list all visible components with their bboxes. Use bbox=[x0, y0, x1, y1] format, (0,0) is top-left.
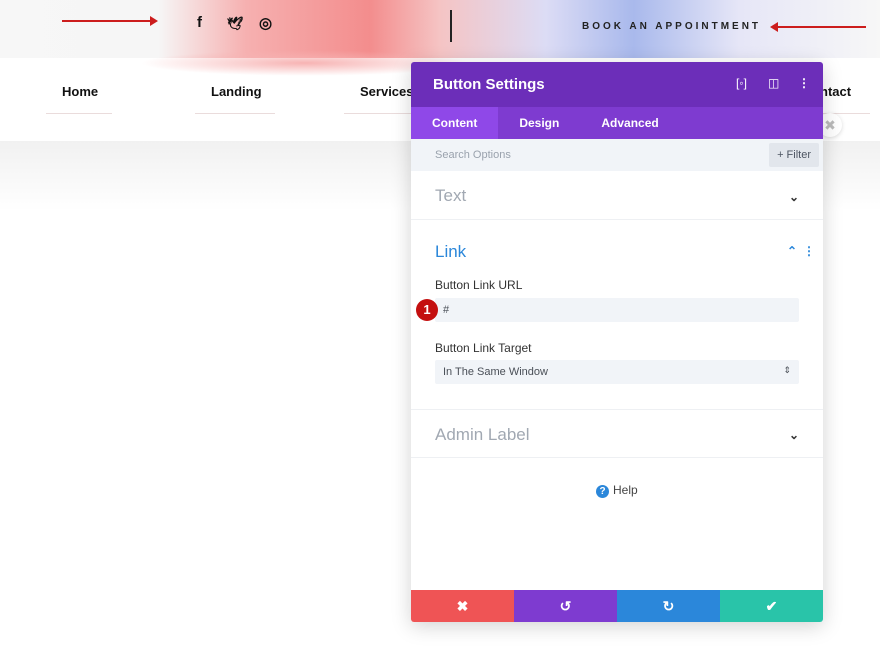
save-button[interactable]: ✔ bbox=[720, 590, 823, 622]
section-admin-label[interactable]: Admin Label ⌄ bbox=[411, 410, 823, 458]
redo-button[interactable]: ↻ bbox=[617, 590, 720, 622]
section-title: Admin Label bbox=[435, 425, 530, 444]
tab-design[interactable]: Design bbox=[498, 107, 580, 139]
nav-contact[interactable]: ntact bbox=[820, 84, 851, 99]
section-title: Text bbox=[435, 186, 467, 205]
instagram-icon[interactable]: ◎ bbox=[259, 14, 272, 32]
button-settings-panel: Button Settings [◦] ◫ ⋮ Content Design A… bbox=[411, 62, 823, 622]
nav-landing[interactable]: Landing bbox=[211, 84, 262, 99]
split-view-icon[interactable]: ◫ bbox=[768, 76, 779, 90]
nav-services[interactable]: Services bbox=[360, 84, 414, 99]
nav-underline bbox=[344, 113, 414, 114]
nav-home[interactable]: Home bbox=[62, 84, 98, 99]
section-text[interactable]: Text ⌄ bbox=[411, 171, 823, 220]
divider bbox=[450, 10, 452, 42]
twitter-icon[interactable]: 🕊 bbox=[227, 16, 244, 32]
panel-title: Button Settings bbox=[433, 76, 545, 93]
panel-tabs: Content Design Advanced bbox=[411, 107, 823, 139]
chevron-up-icon[interactable]: ⌃ bbox=[787, 244, 797, 258]
more-options-icon[interactable]: ⋮ bbox=[798, 76, 810, 90]
target-label: Button Link Target bbox=[435, 341, 532, 355]
nav-underline bbox=[46, 113, 112, 114]
panel-header: Button Settings [◦] ◫ ⋮ bbox=[411, 62, 823, 107]
chevron-down-icon[interactable]: ⌄ bbox=[789, 190, 799, 204]
search-placeholder: Search Options bbox=[435, 149, 511, 161]
undo-button[interactable]: ↺ bbox=[514, 590, 617, 622]
section-link: Link ⌃ ⋮ Button Link URL # 1 Button Link… bbox=[411, 220, 823, 410]
filter-button[interactable]: + Filter bbox=[769, 143, 819, 167]
help-label: Help bbox=[613, 483, 638, 497]
annotation-arrow-left bbox=[770, 22, 866, 32]
select-arrows-icon: ⇕ bbox=[783, 365, 791, 375]
chevron-down-icon[interactable]: ⌄ bbox=[789, 428, 799, 442]
section-menu-icon[interactable]: ⋮ bbox=[803, 244, 815, 258]
url-label: Button Link URL bbox=[435, 278, 523, 292]
nav-underline bbox=[195, 113, 275, 114]
tab-content[interactable]: Content bbox=[411, 107, 499, 139]
section-title: Link bbox=[435, 242, 467, 261]
button-link-url-input[interactable]: # bbox=[435, 298, 799, 322]
search-options-input[interactable]: Search Options + Filter bbox=[411, 139, 823, 171]
tab-advanced[interactable]: Advanced bbox=[580, 107, 679, 139]
select-value: In The Same Window bbox=[443, 366, 548, 378]
annotation-badge: 1 bbox=[416, 299, 438, 321]
panel-footer: ✖ ↺ ↻ ✔ bbox=[411, 590, 823, 622]
help-link[interactable]: ? Help bbox=[596, 483, 638, 498]
annotation-arrow-right bbox=[62, 16, 158, 26]
book-appointment-link[interactable]: BOOK AN APPOINTMENT bbox=[582, 21, 761, 32]
facebook-icon[interactable]: f bbox=[197, 14, 202, 31]
cancel-button[interactable]: ✖ bbox=[411, 590, 514, 622]
button-link-target-select[interactable]: In The Same Window ⇕ bbox=[435, 360, 799, 384]
help-icon: ? bbox=[596, 485, 609, 498]
fullscreen-icon[interactable]: [◦] bbox=[736, 76, 747, 90]
